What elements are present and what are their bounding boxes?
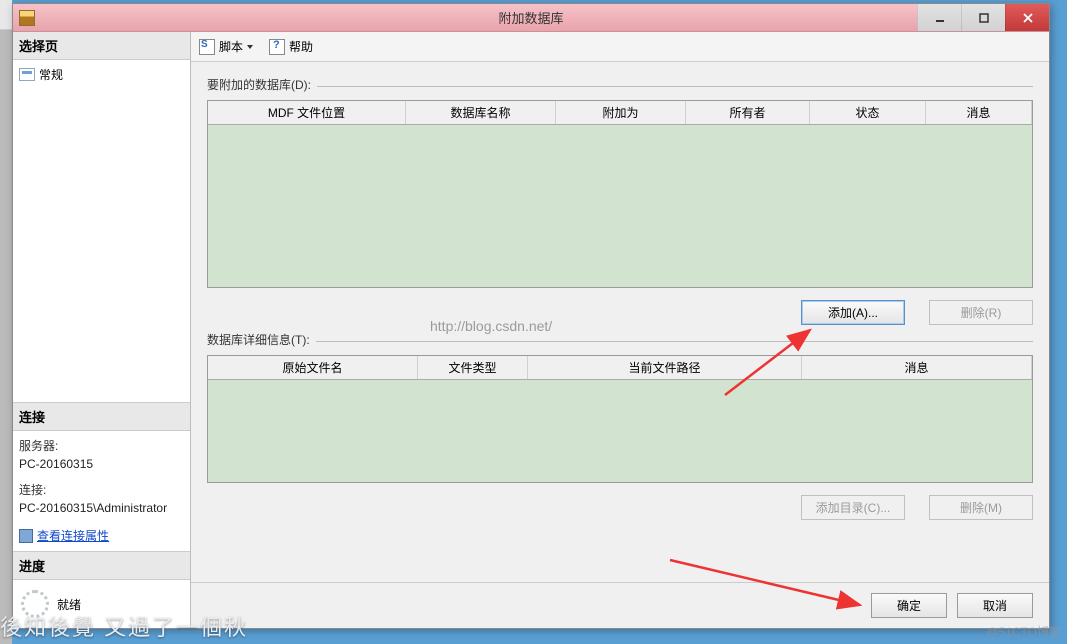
script-dropdown[interactable]: 脚本: [199, 38, 253, 55]
col-file-type[interactable]: 文件类型: [418, 356, 528, 379]
toolbar: 脚本 帮助: [191, 32, 1049, 62]
titlebar[interactable]: 附加数据库: [13, 4, 1049, 32]
col-attach-as[interactable]: 附加为: [556, 101, 686, 124]
maximize-button[interactable]: [961, 4, 1005, 31]
view-conn-props-link[interactable]: 查看连接属性: [19, 527, 184, 545]
conn-value: PC-20160315\Administrator: [19, 499, 184, 517]
source-watermark: @51CTO博客: [986, 623, 1061, 640]
background-sliver: [0, 0, 12, 644]
page-icon: [19, 68, 35, 81]
col-status[interactable]: 状态: [810, 101, 926, 124]
attach-db-label: 要附加的数据库(D):: [207, 76, 311, 93]
select-page-header: 选择页: [13, 32, 190, 60]
add-button[interactable]: 添加(A)...: [801, 300, 905, 325]
grid1-buttons: 添加(A)... 删除(R): [207, 300, 1033, 325]
minimize-button[interactable]: [917, 4, 961, 31]
sidebar-item-label: 常规: [39, 66, 63, 83]
col-owner[interactable]: 所有者: [686, 101, 810, 124]
col-current-path[interactable]: 当前文件路径: [528, 356, 802, 379]
lyric-overlay: 後知後覺 又過了一個秋: [0, 610, 248, 642]
details-group-label: 数据库详细信息(T):: [207, 331, 1033, 351]
database-icon: [19, 10, 35, 26]
window-controls: [917, 4, 1049, 31]
attach-database-dialog: 附加数据库 选择页 常规 连接 服务器: P: [12, 3, 1050, 629]
progress-header: 进度: [13, 551, 190, 580]
chevron-down-icon: [247, 45, 253, 49]
help-label: 帮助: [289, 38, 313, 55]
remove2-button: 删除(M): [929, 495, 1033, 520]
add-catalog-button: 添加目录(C)...: [801, 495, 905, 520]
link-text[interactable]: 查看连接属性: [37, 527, 109, 545]
window-body: 选择页 常规 连接 服务器: PC-20160315 连接: PC-201603…: [13, 32, 1049, 628]
script-icon: [199, 39, 215, 55]
details-label: 数据库详细信息(T):: [207, 331, 310, 348]
server-label: 服务器:: [19, 437, 184, 455]
attach-databases-grid[interactable]: MDF 文件位置 数据库名称 附加为 所有者 状态 消息: [207, 100, 1033, 288]
dialog-buttons: 确定 取消: [191, 582, 1049, 628]
help-icon: [269, 39, 285, 55]
db-details-grid[interactable]: 原始文件名 文件类型 当前文件路径 消息: [207, 355, 1033, 483]
attach-group-label: 要附加的数据库(D):: [207, 76, 1033, 96]
remove-button: 删除(R): [929, 300, 1033, 325]
connection-panel: 服务器: PC-20160315 连接: PC-20160315\Adminis…: [13, 431, 190, 551]
bg-top-bar: [0, 0, 12, 30]
grid2-buttons: 添加目录(C)... 删除(M): [207, 495, 1033, 520]
close-button[interactable]: [1005, 4, 1049, 31]
script-label: 脚本: [219, 38, 243, 55]
select-page-list: 常规: [13, 60, 190, 402]
grid1-header: MDF 文件位置 数据库名称 附加为 所有者 状态 消息: [208, 101, 1032, 125]
col-message[interactable]: 消息: [926, 101, 1032, 124]
properties-icon: [19, 529, 33, 543]
connection-header: 连接: [13, 402, 190, 431]
ok-button[interactable]: 确定: [871, 593, 947, 618]
main-content: 要附加的数据库(D): MDF 文件位置 数据库名称 附加为 所有者 状态 消息…: [191, 62, 1049, 582]
window-title: 附加数据库: [498, 8, 563, 27]
sidebar: 选择页 常规 连接 服务器: PC-20160315 连接: PC-201603…: [13, 32, 191, 628]
help-button[interactable]: 帮助: [269, 38, 313, 55]
grid2-header: 原始文件名 文件类型 当前文件路径 消息: [208, 356, 1032, 380]
col-mdf-location[interactable]: MDF 文件位置: [208, 101, 406, 124]
col-message2[interactable]: 消息: [802, 356, 1032, 379]
server-value: PC-20160315: [19, 455, 184, 473]
conn-label: 连接:: [19, 481, 184, 499]
cancel-button[interactable]: 取消: [957, 593, 1033, 618]
main-panel: 脚本 帮助 要附加的数据库(D): MDF 文件位置 数据库名称: [191, 32, 1049, 628]
sidebar-item-general[interactable]: 常规: [19, 64, 184, 85]
col-db-name[interactable]: 数据库名称: [406, 101, 556, 124]
col-orig-filename[interactable]: 原始文件名: [208, 356, 418, 379]
